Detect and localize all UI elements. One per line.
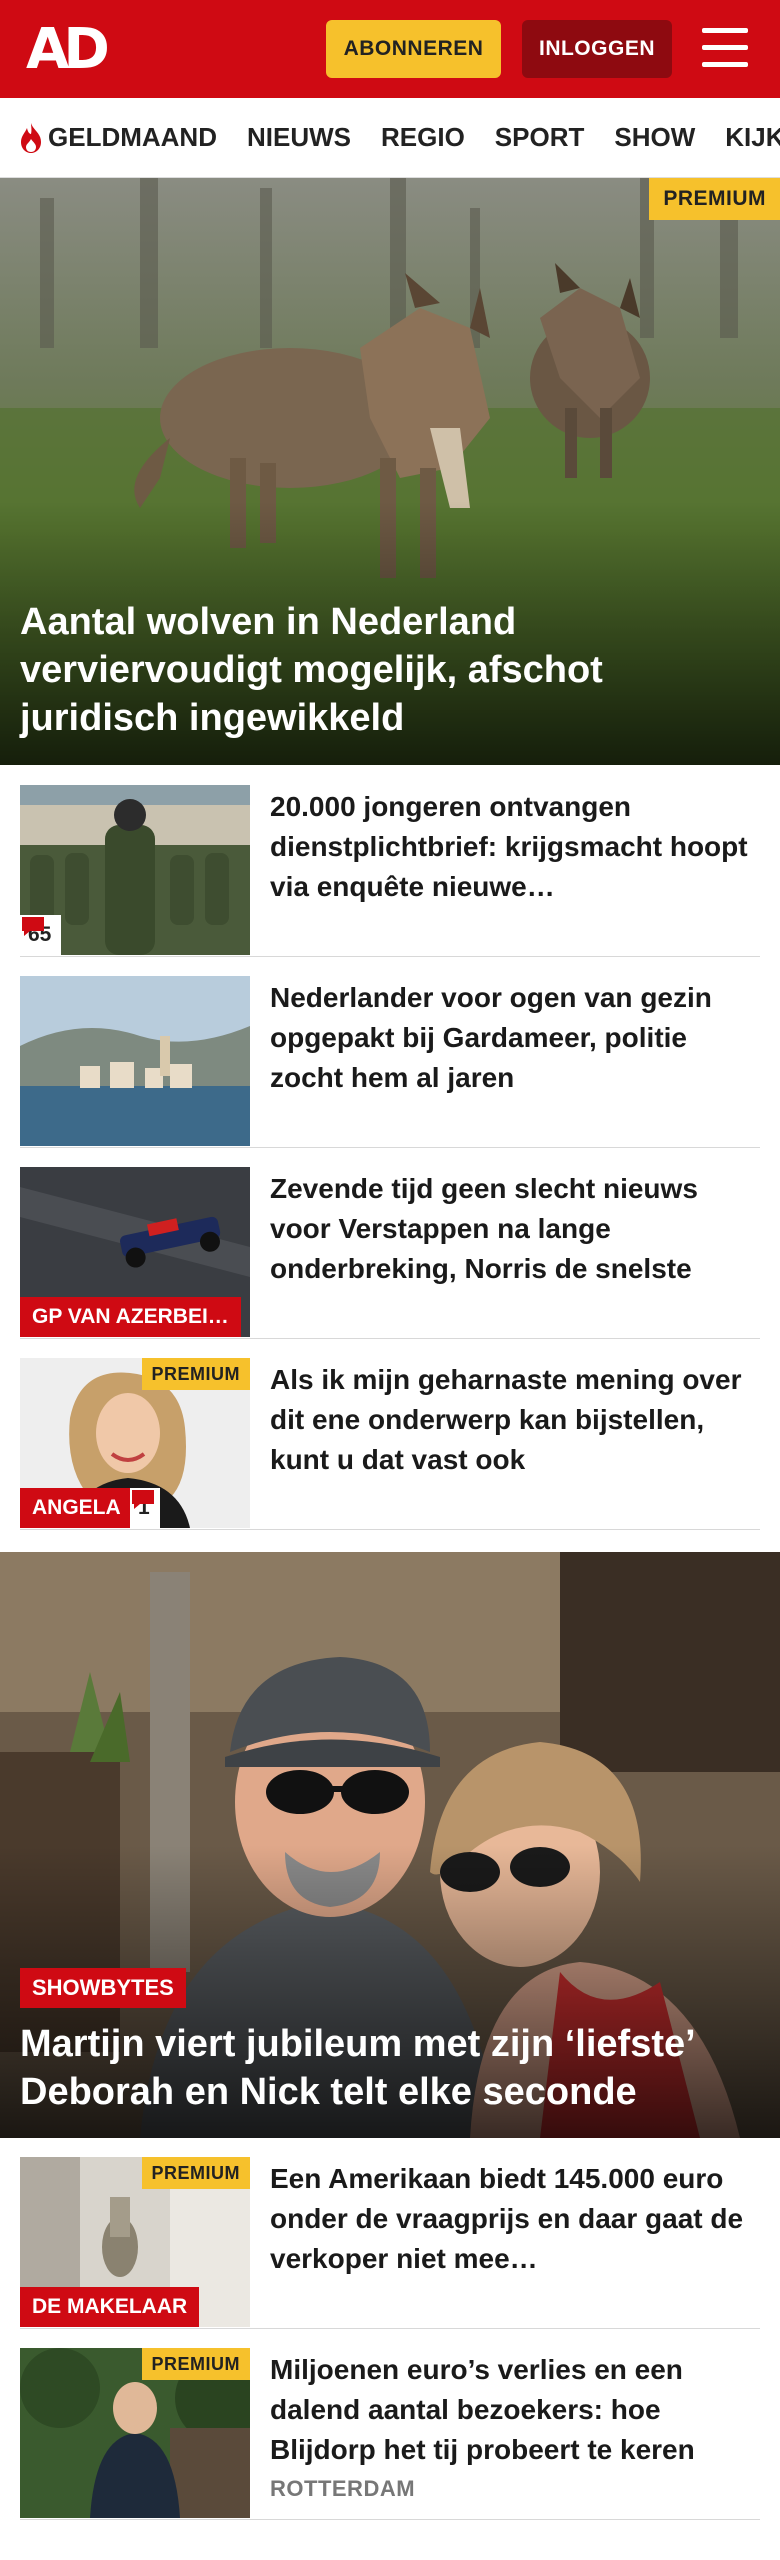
article-title[interactable]: Als ik mijn geharnaste mening over dit e… [270,1360,760,1480]
section-label: ANGELA [20,1488,133,1528]
article-thumbnail [20,976,250,1146]
section-label: GP VAN AZERBEI… [20,1297,241,1337]
comment-count: 65 [20,915,62,955]
hero-article-wolves[interactable]: PREMIUM Aantal wolven in Nederland vervi… [0,178,780,765]
comment-icon [22,917,44,936]
premium-badge: PREMIUM [141,2157,250,2189]
article-title[interactable]: Nederlander voor ogen van gezin opgepakt… [270,978,760,1098]
article-title[interactable]: Een Amerikaan biedt 145.000 euro onder d… [270,2159,760,2279]
nav-item-sport[interactable]: SPORT [495,122,585,153]
hero-article-martijn[interactable]: SHOWBYTES Martijn viert jubileum met zij… [0,1552,780,2138]
hero-title[interactable]: Aantal wolven in Nederland verviervoudig… [20,598,760,742]
nav-label: GELDMAAND [48,122,217,152]
ad-logo[interactable]: AD [26,22,116,78]
nav-item-regio[interactable]: REGIO [381,122,465,153]
article-thumbnail: PREMIUM [20,2348,250,2518]
login-button[interactable]: INLOGGEN [522,20,672,78]
premium-badge: PREMIUM [141,2348,250,2380]
subscribe-button[interactable]: ABONNEREN [326,20,501,78]
hamburger-menu-icon[interactable] [700,26,750,72]
article-card-gardameer[interactable]: Nederlander voor ogen van gezin opgepakt… [20,976,760,1148]
nav-item-show[interactable]: SHOW [614,122,695,153]
article-card-angela[interactable]: PREMIUM ANGELA 1 Als ik mijn geharnaste … [20,1358,760,1530]
article-thumbnail: PREMIUM ANGELA 1 [20,1358,250,1528]
section-nav: GELDMAAND NIEUWS REGIO SPORT SHOW KIJK [0,98,780,178]
article-title[interactable]: Zevende tijd geen slecht nieuws voor Ver… [270,1169,760,1289]
premium-badge: PREMIUM [649,178,780,220]
article-card-verstappen[interactable]: GP VAN AZERBEI… Zevende tijd geen slecht… [20,1167,760,1339]
hero-title[interactable]: Martijn viert jubileum met zijn ‘liefste… [20,2020,760,2116]
flame-icon [21,122,41,153]
premium-badge: PREMIUM [141,1358,250,1390]
article-card-dienstplicht[interactable]: 65 20.000 jongeren ontvangen dienstplich… [20,785,760,957]
nav-item-geldmaand[interactable]: GELDMAAND [18,122,217,154]
section-label: SHOWBYTES [20,1968,186,2008]
article-title[interactable]: Miljoenen euro’s verlies en een dalend a… [270,2350,760,2470]
section-label: DE MAKELAAR [20,2287,200,2327]
article-thumbnail: GP VAN AZERBEI… [20,1167,250,1337]
article-title[interactable]: 20.000 jongeren ontvangen dienstplichtbr… [270,787,760,907]
comment-count: 1 [130,1488,160,1528]
nav-item-nieuws[interactable]: NIEUWS [247,122,351,153]
article-location-tag: ROTTERDAM [270,2476,416,2501]
article-thumbnail: PREMIUM DE MAKELAAR [20,2157,250,2327]
comment-icon [132,1490,154,1509]
article-thumbnail: 65 [20,785,250,955]
site-header: AD ABONNEREN INLOGGEN [0,0,780,98]
article-card-makelaar[interactable]: PREMIUM DE MAKELAAR Een Amerikaan biedt … [20,2157,760,2329]
nav-item-kijk[interactable]: KIJK [725,122,780,153]
article-card-blijdorp[interactable]: PREMIUM Miljoenen euro’s verlies en een … [20,2348,760,2520]
